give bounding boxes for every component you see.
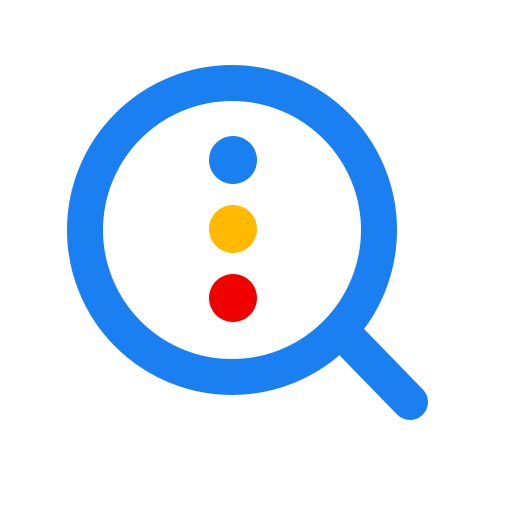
dot-bottom — [209, 274, 257, 322]
dot-middle — [209, 205, 257, 253]
app-icon-canvas — [0, 0, 512, 512]
magnifier-with-dots-icon — [0, 0, 512, 512]
dot-top — [209, 136, 257, 184]
